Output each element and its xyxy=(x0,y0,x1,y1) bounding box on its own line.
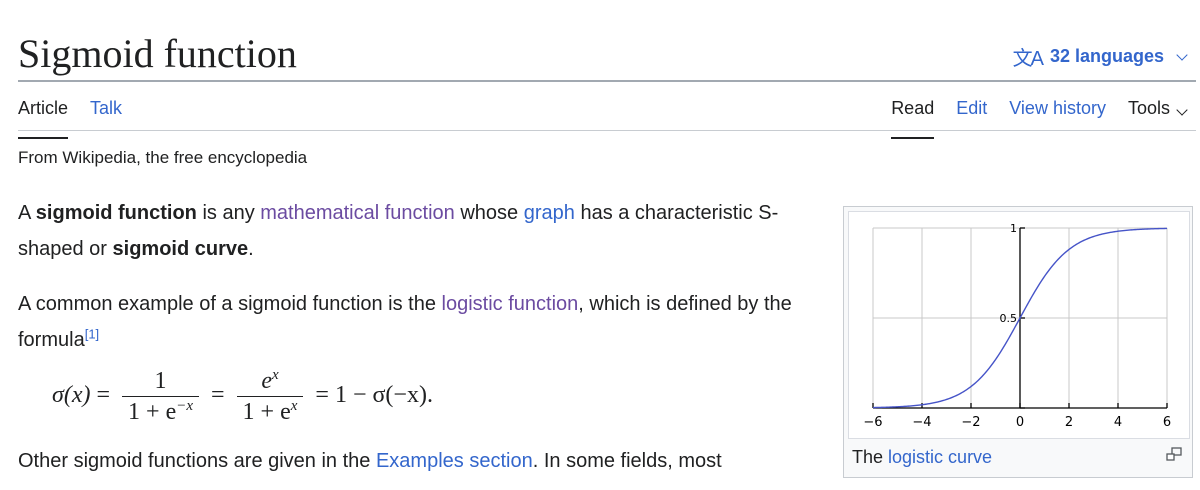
magnify-icon[interactable] xyxy=(1166,447,1182,461)
exponent: x xyxy=(290,398,298,414)
bold-term: sigmoid function xyxy=(35,202,197,224)
chevron-down-icon xyxy=(1176,104,1188,116)
translate-icon: 文A xyxy=(1012,48,1044,70)
figure-thumbnail: −6 −4 −2 0 2 4 6 0.5 1 The logistic curve xyxy=(843,206,1193,478)
fraction: ex 1 + ex xyxy=(236,366,304,427)
tabs-divider xyxy=(18,130,1196,131)
link-mathematical-function[interactable]: mathematical function xyxy=(260,202,455,224)
text: is any xyxy=(196,202,261,224)
link-examples-section[interactable]: Examples section xyxy=(376,450,533,472)
denominator: 1 + ex xyxy=(237,397,304,427)
x-tick-label: 0 xyxy=(1016,415,1024,430)
tagline: From Wikipedia, the free encyclopedia xyxy=(18,148,308,167)
text: A common example of a sigmoid function i… xyxy=(18,293,442,315)
equals-sign: = xyxy=(315,382,329,409)
y-tick-label: 0.5 xyxy=(1000,312,1018,325)
link-graph[interactable]: graph xyxy=(524,202,575,224)
link-logistic-curve[interactable]: logistic curve xyxy=(888,447,992,467)
tab-edit[interactable]: Edit xyxy=(956,98,987,127)
text: A xyxy=(18,202,36,224)
tab-article[interactable]: Article xyxy=(18,98,69,139)
x-tick-label: 6 xyxy=(1163,415,1171,430)
chart-image[interactable]: −6 −4 −2 0 2 4 6 0.5 1 xyxy=(848,211,1190,439)
text: whose xyxy=(454,202,524,224)
reference-link[interactable]: [1] xyxy=(85,326,99,341)
intro-paragraph: A sigmoid function is any mathematical f… xyxy=(18,195,808,267)
numerator: ex xyxy=(236,366,304,397)
tab-talk[interactable]: Talk xyxy=(90,98,122,127)
denominator: 1 + e−x xyxy=(122,397,199,427)
tools-label: Tools xyxy=(1127,98,1170,118)
exponent: −x xyxy=(176,398,193,414)
exponent: x xyxy=(271,367,279,383)
formula-rhs: 1 − σ(−x). xyxy=(334,382,433,409)
text: . xyxy=(248,238,254,260)
denominator-base: 1 + e xyxy=(242,399,291,425)
y-tick-label: 1 xyxy=(1010,222,1017,235)
fraction: 11 + e−x xyxy=(122,366,199,427)
text: . In some fields, most xyxy=(532,450,722,472)
logistic-chart: −6 −4 −2 0 2 4 6 0.5 1 xyxy=(863,222,1171,430)
x-tick-label: 4 xyxy=(1114,415,1122,430)
tools-menu[interactable]: Tools xyxy=(1128,98,1190,127)
equals-sign: = xyxy=(96,382,111,409)
tab-view-history[interactable]: View history xyxy=(1009,98,1106,127)
other-paragraph: Other sigmoid functions are given in the… xyxy=(18,443,808,479)
x-tick-label: −6 xyxy=(863,415,882,430)
namespace-tabs: Article Talk xyxy=(18,98,144,139)
chevron-down-icon xyxy=(1176,48,1188,61)
figure-caption: The logistic curve xyxy=(852,447,992,468)
tab-read[interactable]: Read xyxy=(891,98,935,139)
title-divider xyxy=(18,80,1196,82)
equals-sign: = xyxy=(211,382,225,409)
page-title: Sigmoid function xyxy=(18,31,297,76)
x-tick-label: −4 xyxy=(912,415,931,430)
x-tick-label: −2 xyxy=(961,415,980,430)
x-tick-label: 2 xyxy=(1065,415,1073,430)
example-paragraph: A common example of a sigmoid function i… xyxy=(18,286,808,358)
text: Other sigmoid functions are given in the xyxy=(18,450,376,472)
formula-lhs: σ(x) xyxy=(52,382,91,409)
bold-term: sigmoid curve xyxy=(112,238,249,260)
numerator-base: e xyxy=(261,368,272,394)
link-logistic-function[interactable]: logistic function xyxy=(442,293,579,315)
logistic-formula: σ(x) = 1 1 + e−x = ex 1 + ex = 1 − σ(−x). xyxy=(52,366,433,427)
numerator: 1 xyxy=(122,366,199,397)
languages-label: 32 languages xyxy=(1049,46,1164,66)
view-tabs: Read Edit View history Tools xyxy=(869,98,1190,139)
caption-text: The xyxy=(852,447,889,467)
languages-button[interactable]: 文A 32 languages xyxy=(1013,42,1190,71)
denominator-base: 1 + e xyxy=(128,399,177,425)
